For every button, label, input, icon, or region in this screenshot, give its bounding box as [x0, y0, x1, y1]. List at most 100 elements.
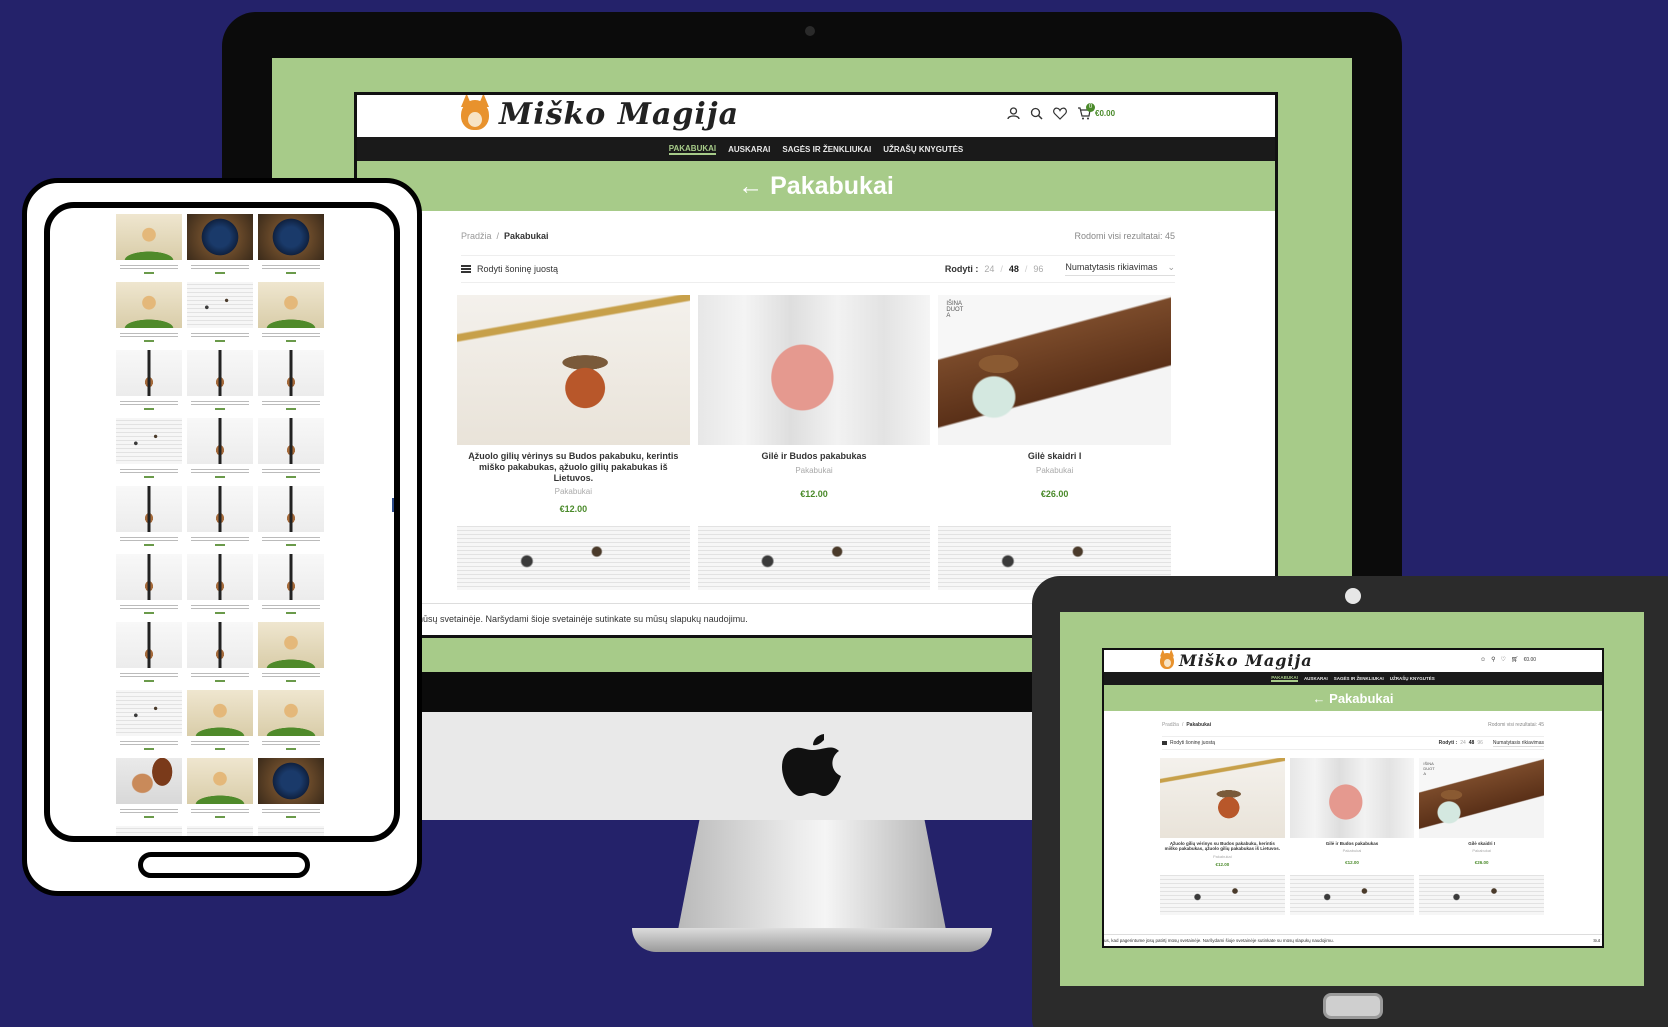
heart-icon[interactable]: ♡	[1501, 656, 1506, 663]
phone-product-image[interactable]	[187, 214, 253, 260]
phone-product-card[interactable]	[187, 214, 253, 282]
per-page-24[interactable]: 24	[984, 264, 994, 274]
phone-product-card[interactable]	[258, 418, 324, 486]
breadcrumb-home[interactable]: Pradžia	[461, 231, 492, 241]
sidebar-toggle[interactable]: Rodyti šoninę juostą	[1162, 740, 1215, 746]
phone-product-card[interactable]	[116, 418, 182, 486]
per-page-48[interactable]: 48	[1009, 264, 1019, 274]
sort-dropdown[interactable]: Numatytasis rikiavimas ⌄	[1065, 262, 1175, 276]
phone-product-card[interactable]	[258, 622, 324, 690]
phone-product-image[interactable]	[187, 690, 253, 736]
phone-product-image[interactable]	[258, 758, 324, 804]
cart-icon[interactable]: 🛒︎	[1511, 656, 1519, 663]
product-name[interactable]: Gilė ir Budos pakabukas	[698, 451, 931, 462]
phone-product-card[interactable]	[187, 418, 253, 486]
phone-product-image[interactable]	[116, 282, 182, 328]
phone-product-card[interactable]	[116, 758, 182, 826]
phone-product-card[interactable]	[258, 690, 324, 758]
per-page-96[interactable]: 96	[1033, 264, 1043, 274]
nav-item-knygutes[interactable]: UŽRAŠŲ KNYGUTĖS	[1390, 676, 1435, 681]
product-category[interactable]: Pakabukai	[698, 466, 931, 475]
phone-product-card[interactable]	[258, 486, 324, 554]
phone-product-image[interactable]	[116, 622, 182, 668]
phone-product-card[interactable]	[116, 282, 182, 350]
nav-item-knygutes[interactable]: UŽRAŠŲ KNYGUTĖS	[883, 145, 963, 154]
product-card[interactable]: IŠINA DUOT A Gilė skaidri I Pakabukai €2…	[938, 295, 1171, 514]
breadcrumb-home[interactable]: Pradžia	[1162, 722, 1179, 728]
phone-product-image[interactable]	[116, 486, 182, 532]
phone-product-card[interactable]	[258, 554, 324, 622]
phone-product-image[interactable]	[258, 282, 324, 328]
phone-product-image[interactable]	[116, 690, 182, 736]
phone-product-card[interactable]	[116, 826, 182, 836]
product-card[interactable]: Gilė ir Budos pakabukas Pakabukai €12.00	[697, 295, 931, 514]
product-image[interactable]: IŠINA DUOT A	[938, 295, 1171, 445]
page-title[interactable]: ← Pakabukai	[738, 172, 894, 201]
phone-product-image[interactable]	[187, 554, 253, 600]
phone-product-image[interactable]	[187, 622, 253, 668]
per-page-24[interactable]: 24	[1460, 740, 1466, 746]
phone-product-image[interactable]	[187, 418, 253, 464]
site-logo[interactable]: Miško Magija	[1160, 651, 1313, 670]
per-page-48[interactable]: 48	[1469, 740, 1475, 746]
per-page-96[interactable]: 96	[1477, 740, 1483, 746]
phone-product-image[interactable]	[258, 418, 324, 464]
product-name[interactable]: Gilė skaidri I	[1419, 841, 1544, 846]
product-image[interactable]	[697, 295, 931, 445]
phone-product-image[interactable]	[116, 214, 182, 260]
product-name[interactable]: Gilė skaidri I	[938, 451, 1171, 462]
phone-product-image[interactable]	[116, 758, 182, 804]
search-icon[interactable]	[1030, 107, 1043, 120]
sort-dropdown[interactable]: Numatytasis rikiavimas	[1492, 740, 1544, 747]
nav-item-pakabukai[interactable]: PAKABUKAI	[668, 144, 717, 155]
phone-product-image[interactable]	[258, 214, 324, 260]
product-image[interactable]	[1419, 874, 1544, 915]
product-image[interactable]	[1289, 758, 1415, 838]
product-card[interactable]: IŠINA DUOT A Gilė skaidri I Pakabukai €2…	[1419, 758, 1544, 867]
user-icon[interactable]: ☺	[1480, 657, 1486, 663]
phone-product-image[interactable]	[258, 622, 324, 668]
product-category[interactable]: Pakabukai	[1290, 848, 1415, 853]
nav-item-auskarai[interactable]: AUSKARAI	[1304, 676, 1328, 681]
phone-product-card[interactable]	[187, 554, 253, 622]
page-title[interactable]: ← Pakabukai	[1313, 691, 1394, 706]
phone-scrollbar[interactable]	[392, 498, 394, 512]
product-name[interactable]: Ąžuolo gilių vėrinys su Budos pakabuku, …	[457, 451, 690, 483]
phone-product-card[interactable]	[258, 214, 324, 282]
phone-product-image[interactable]	[187, 826, 253, 836]
phone-product-image[interactable]	[116, 554, 182, 600]
sidebar-toggle[interactable]: Rodyti šoninę juostą	[461, 264, 558, 274]
product-category[interactable]: Pakabukai	[1419, 848, 1544, 853]
phone-home-button[interactable]	[138, 852, 310, 878]
phone-product-card[interactable]	[116, 554, 182, 622]
product-image[interactable]	[1160, 758, 1285, 838]
tablet-home-button[interactable]	[1323, 993, 1383, 1019]
phone-product-card[interactable]	[187, 758, 253, 826]
product-card[interactable]: Ąžuolo gilių vėrinys su Budos pakabuku, …	[457, 295, 690, 514]
product-category[interactable]: Pakabukai	[457, 487, 690, 496]
phone-product-card[interactable]	[258, 826, 324, 836]
site-logo[interactable]: Miško Magija	[461, 97, 739, 132]
product-image[interactable]	[1160, 874, 1285, 915]
product-image[interactable]	[697, 526, 931, 591]
phone-product-image[interactable]	[258, 350, 324, 396]
heart-icon[interactable]	[1053, 107, 1067, 120]
product-image[interactable]: IŠINA DUOT A	[1419, 758, 1544, 838]
phone-product-image[interactable]	[187, 350, 253, 396]
phone-product-image[interactable]	[187, 486, 253, 532]
phone-product-image[interactable]	[187, 282, 253, 328]
phone-product-image[interactable]	[258, 486, 324, 532]
phone-product-card[interactable]	[258, 758, 324, 826]
cart-button[interactable]: 0 €0.00	[1077, 103, 1115, 120]
phone-product-card[interactable]	[187, 282, 253, 350]
phone-product-image[interactable]	[258, 554, 324, 600]
product-image[interactable]	[457, 526, 690, 591]
phone-product-card[interactable]	[116, 350, 182, 418]
phone-product-image[interactable]	[116, 350, 182, 396]
phone-product-card[interactable]	[116, 486, 182, 554]
product-image[interactable]	[457, 295, 690, 445]
phone-product-card[interactable]	[187, 690, 253, 758]
phone-product-card[interactable]	[187, 350, 253, 418]
phone-product-card[interactable]	[187, 622, 253, 690]
phone-product-image[interactable]	[258, 826, 324, 836]
